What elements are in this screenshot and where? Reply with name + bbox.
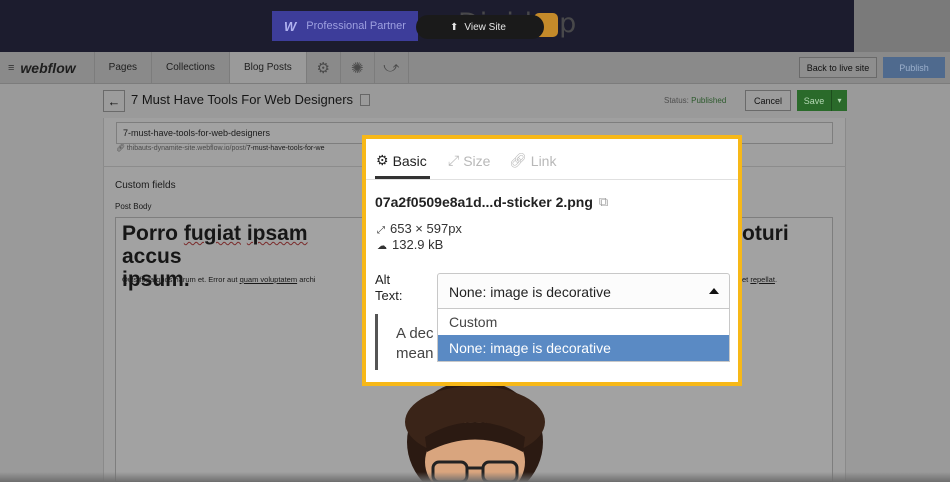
post-paragraph[interactable]: Quis fuga quos harum et. Error aut quam …	[122, 275, 367, 284]
cursor-icon: ⬆	[450, 21, 459, 33]
cancel-button[interactable]: Cancel	[745, 90, 791, 111]
bottom-shadow	[0, 472, 950, 482]
back-to-live-site-button[interactable]: Back to live site	[799, 57, 877, 78]
tab-basic[interactable]: ⚙ Basic	[376, 152, 427, 169]
webflow-partner-logo: W	[284, 18, 297, 34]
link-icon: 🔗︎	[116, 145, 125, 152]
settings-icon[interactable]: ✺	[341, 52, 375, 83]
modal-tabs: ⚙ Basic ⤢ Size 🔗︎ Link	[366, 139, 738, 180]
tab-blog-posts[interactable]: Blog Posts	[229, 52, 307, 83]
option-none-decorative[interactable]: None: image is decorative	[438, 335, 729, 361]
document-icon	[360, 94, 370, 106]
image-settings-modal: ⚙ Basic ⤢ Size 🔗︎ Link 07a2f0509e8a1d...…	[362, 135, 742, 386]
status-text: Status: Published	[664, 96, 727, 105]
option-custom[interactable]: Custom	[438, 309, 729, 335]
active-tab-indicator	[375, 176, 430, 179]
save-button[interactable]: Save ▾	[797, 90, 847, 111]
professional-partner-badge: W Professional Partner	[272, 11, 418, 41]
view-site-button[interactable]: ⬆ View Site	[416, 15, 544, 39]
gear-icon: ⚙	[376, 152, 389, 168]
post-heading-continued[interactable]: oturi	[742, 222, 789, 245]
resize-icon: ⤢	[448, 152, 460, 168]
image-filesize: ☁ 132.9 kB	[377, 237, 444, 252]
alt-text-options: Custom None: image is decorative	[437, 309, 730, 362]
partner-label: Professional Partner	[306, 20, 406, 32]
publish-button[interactable]: Publish	[883, 57, 945, 78]
chevron-down-icon[interactable]: ▾	[831, 90, 847, 111]
alt-text-description: A dec mean	[375, 314, 437, 370]
post-paragraph-continued[interactable]: et repellat.	[742, 275, 777, 284]
tab-size[interactable]: ⤢ Size	[448, 152, 490, 169]
tab-collections[interactable]: Collections	[152, 52, 230, 83]
alt-text-label: Alt Text:	[375, 272, 403, 303]
caret-up-icon	[709, 288, 719, 294]
cloud-icon: ☁	[377, 241, 387, 252]
avatar-sticker-image[interactable]	[395, 382, 555, 482]
tab-pages[interactable]: Pages	[95, 52, 153, 83]
link-icon: 🔗︎	[509, 152, 527, 168]
share-icon[interactable]: ⤻	[375, 52, 409, 83]
custom-fields-heading: Custom fields	[115, 180, 176, 191]
image-filename: 07a2f0509e8a1d...d-sticker 2.png ⧉	[375, 194, 609, 210]
menu-icon[interactable]: ≡	[8, 62, 14, 74]
webflow-logo[interactable]: ≡ webflow	[0, 52, 95, 83]
slug-url[interactable]: 🔗︎ thibauts-dynamite-site.webflow.io/pos…	[116, 144, 325, 152]
page-title: 7 Must Have Tools For Web Designers	[131, 92, 354, 107]
view-site-label: View Site	[464, 21, 506, 33]
tab-link[interactable]: 🔗︎ Link	[509, 152, 556, 169]
external-link-icon[interactable]: ⧉	[599, 194, 608, 210]
gear-icon[interactable]: ⚙	[307, 52, 341, 83]
image-dimensions: ⤢ 653 × 597px	[377, 221, 462, 236]
back-arrow-icon[interactable]: ←	[103, 90, 125, 112]
post-body-label: Post Body	[115, 202, 152, 211]
banner-right-panel	[854, 0, 950, 52]
alt-text-select[interactable]: None: image is decorative	[437, 273, 730, 309]
status-badge: Published	[691, 96, 727, 105]
resize-icon: ⤢	[377, 225, 385, 236]
